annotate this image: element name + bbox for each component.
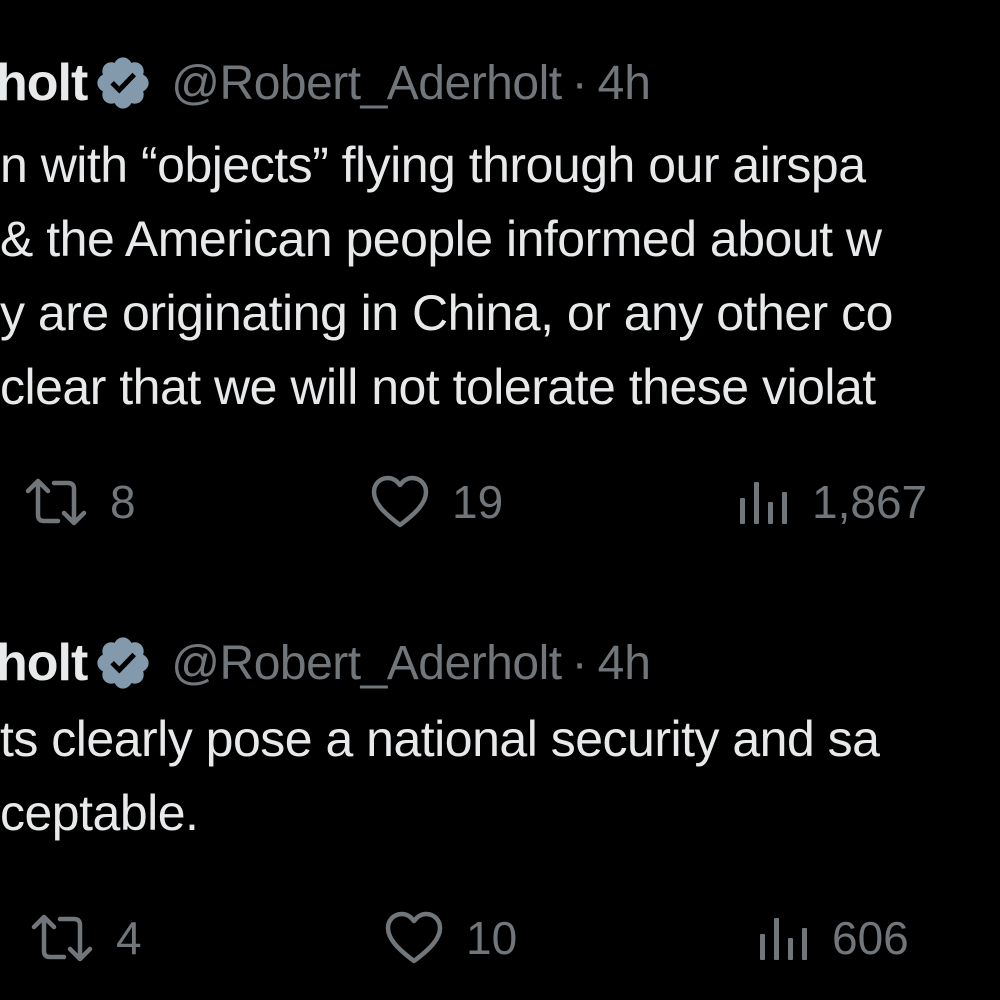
retweet-count: 4: [116, 912, 142, 964]
timestamp[interactable]: 4h: [598, 56, 651, 111]
display-name[interactable]: holt: [0, 633, 88, 693]
retweet-button[interactable]: 4: [30, 898, 142, 978]
tweet-text: n with “objects” flying through our airs…: [0, 128, 1000, 424]
tweet-actions: 8 19 1,867: [0, 462, 1000, 542]
views-button[interactable]: 1,867: [738, 462, 927, 542]
like-button[interactable]: 10: [384, 898, 517, 978]
views-count: 606: [832, 912, 909, 964]
analytics-icon: [738, 478, 790, 526]
heart-icon: [384, 911, 444, 965]
tweet-text-line: & the American people informed about w: [0, 211, 882, 267]
tweet-actions: 4 10 606: [0, 898, 1000, 978]
tweet-text-line: ts clearly pose a national security and …: [0, 711, 880, 767]
tweet-text-line: y are originating in China, or any other…: [0, 285, 893, 341]
tweet[interactable]: holt @Robert_Aderholt · 4h ts clearly po…: [0, 580, 1000, 1000]
user-handle[interactable]: @Robert_Aderholt: [171, 636, 562, 691]
tweet-text-line: n with “objects” flying through our airs…: [0, 137, 866, 193]
user-handle[interactable]: @Robert_Aderholt: [171, 56, 562, 111]
tweet[interactable]: holt @Robert_Aderholt · 4h n with “objec…: [0, 0, 1000, 580]
retweet-icon: [30, 913, 94, 963]
separator-dot: ·: [571, 56, 588, 110]
retweet-icon: [24, 477, 88, 527]
separator-dot: ·: [571, 636, 588, 690]
analytics-icon: [758, 914, 810, 962]
verified-badge-icon[interactable]: [93, 53, 153, 113]
tweet-text-line: clear that we will not tolerate these vi…: [0, 359, 876, 415]
tweet-text-line: ceptable.: [0, 785, 199, 841]
views-button[interactable]: 606: [758, 898, 909, 978]
views-count: 1,867: [812, 476, 928, 528]
tweet-text: ts clearly pose a national security and …: [0, 702, 1000, 850]
like-count: 19: [452, 476, 504, 528]
verified-badge-icon[interactable]: [93, 633, 153, 693]
tweet-header: holt @Robert_Aderholt · 4h: [0, 48, 651, 118]
timestamp[interactable]: 4h: [598, 636, 651, 691]
display-name[interactable]: holt: [0, 53, 88, 113]
heart-icon: [370, 475, 430, 529]
tweet-header: holt @Robert_Aderholt · 4h: [0, 628, 651, 698]
retweet-count: 8: [110, 476, 136, 528]
retweet-button[interactable]: 8: [24, 462, 136, 542]
like-count: 10: [466, 912, 518, 964]
like-button[interactable]: 19: [370, 462, 503, 542]
